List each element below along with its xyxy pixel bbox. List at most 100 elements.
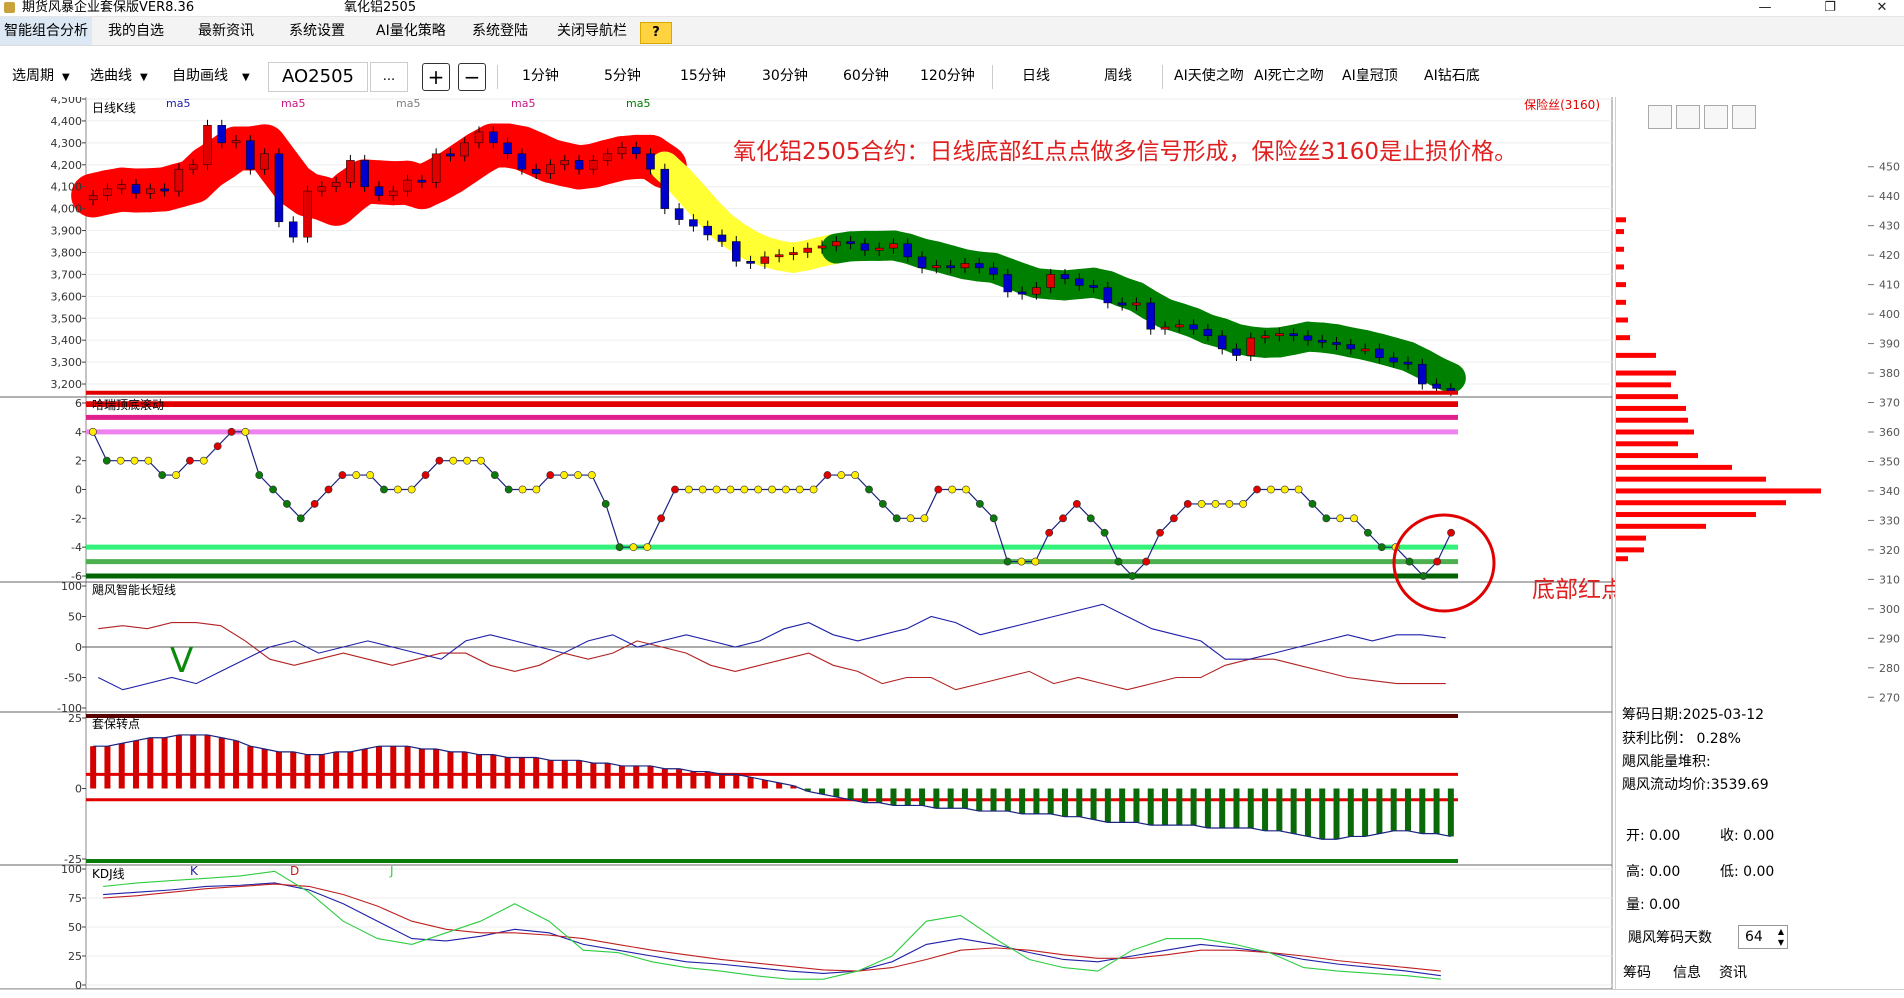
hari-point [1198,500,1205,507]
candle-body [532,169,540,173]
hari-point [1004,558,1011,565]
candle-body [461,143,469,156]
candle-body [1247,338,1255,356]
y-tick-label: 4,300 [51,137,83,150]
flag-icon[interactable] [1732,105,1756,129]
chart-area[interactable]: V 3,2003,3003,4003,5003,6003,7003,8003,9… [0,97,1615,997]
curve-select[interactable]: 选曲线▼ [90,64,148,88]
kdj-legend-label: K [190,864,199,878]
flag-icon[interactable] [1648,105,1672,129]
period-daily[interactable]: 日线 [1022,64,1050,88]
app-title: 期货风暴企业套保版VER8.36 [22,0,194,16]
hari-point [1073,500,1080,507]
chip-tick-label: 400 [1879,308,1900,321]
hari-point [297,515,304,522]
y-tick-label: 6 [75,397,82,410]
candle-body [875,248,883,250]
period-30min[interactable]: 30分钟 [762,64,808,88]
menu-login[interactable]: 系统登陆 [468,17,532,45]
candle-body [975,263,983,267]
hedge-bar [1205,789,1211,828]
hari-point [1087,515,1094,522]
toolbar-divider [992,65,993,89]
menu-smart-analysis[interactable]: 智能组合分析 [0,17,92,45]
hedge-bar [347,752,353,789]
tab-chips[interactable]: 筹码 [1623,961,1651,985]
candle-body [432,154,440,183]
ai-angel-kiss-button[interactable]: AI天使之吻 [1174,64,1244,88]
zoom-in-button[interactable]: + [422,63,450,91]
menu-watchlist[interactable]: 我的自选 [104,17,168,45]
ai-death-kiss-button[interactable]: AI死亡之吻 [1254,64,1324,88]
period-15min[interactable]: 15分钟 [680,64,726,88]
more-button[interactable]: ... [370,62,408,92]
candle-body [132,185,140,194]
chip-bar [1616,477,1766,482]
candle-body [1090,285,1098,287]
hari-point [782,486,789,493]
close-icon[interactable]: ✕ [1862,0,1902,16]
chip-bar [1616,430,1694,435]
chip-date: 筹码日期:2025-03-12 [1622,704,1764,724]
period-select[interactable]: 选周期▼ [12,64,70,88]
hari-point [89,428,96,435]
hari-point [394,486,401,493]
candle-body [589,160,597,169]
candle-body [732,242,740,262]
candle-body [1147,303,1155,329]
hedge-bar [1176,789,1182,826]
menu-news[interactable]: 最新资讯 [194,17,258,45]
candle-body [89,195,97,199]
y-tick-label: 50 [68,921,82,934]
hari-point [644,544,651,551]
candle-body [1075,279,1083,286]
period-120min[interactable]: 120分钟 [920,64,975,88]
zoom-out-button[interactable]: − [458,63,486,91]
menu-settings[interactable]: 系统设置 [285,17,349,45]
candle-body [818,246,826,248]
ai-diamond-bottom-button[interactable]: AI钻石底 [1424,64,1480,88]
period-1min[interactable]: 1分钟 [522,64,559,88]
menu-bar: 智能组合分析 我的自选 最新资讯 系统设置 AI量化策略 系统登陆 关闭导航栏 … [0,17,1904,46]
candle-body [332,182,340,186]
hedge-bar [476,755,482,789]
help-icon[interactable]: ? [640,22,672,44]
hedge-pane-title: 套保转点 [92,716,140,731]
candle-body [832,242,840,246]
flag-icon[interactable] [1704,105,1728,129]
period-weekly[interactable]: 周线 [1104,64,1132,88]
chip-days-stepper[interactable]: 64▲▼ [1738,925,1788,949]
y-tick-label: 25 [68,950,82,963]
menu-close-nav[interactable]: 关闭导航栏 [553,17,631,45]
ma-legend-label: ma5 [166,97,190,110]
period-5min[interactable]: 5分钟 [604,64,641,88]
hedge-bar [204,735,210,789]
candle-body [1047,274,1055,287]
hedge-bar [1291,789,1297,834]
menu-ai-strategy[interactable]: AI量化策略 [372,17,450,45]
hedge-bar [333,752,339,789]
hedge-bar [1091,789,1097,820]
symbol-input[interactable]: AO2505 [268,62,368,92]
period-60min[interactable]: 60分钟 [843,64,889,88]
chip-tick-label: 340 [1879,485,1900,498]
candle-body [203,125,211,164]
caret-down-icon: ▼ [140,72,148,83]
chip-bar [1616,547,1644,552]
draw-select[interactable]: 自助画线▼ [172,64,250,88]
stepper-arrows-icon[interactable]: ▲▼ [1778,926,1784,948]
tab-news[interactable]: 资讯 [1719,961,1747,985]
hari-point [962,486,969,493]
ai-crown-top-button[interactable]: AI皇冠顶 [1342,64,1398,88]
hari-point [117,457,124,464]
flag-icon[interactable] [1676,105,1700,129]
minimize-icon[interactable]: — [1745,0,1785,16]
hedge-bar [1348,789,1354,837]
hedge-bar [991,789,997,812]
hari-point [1447,529,1454,536]
tab-info[interactable]: 信息 [1673,961,1701,985]
hedge-bar [1233,789,1239,828]
restore-icon[interactable]: ❐ [1810,0,1850,16]
candle-body [1032,288,1040,295]
kdj-legend-label: J [389,864,394,878]
